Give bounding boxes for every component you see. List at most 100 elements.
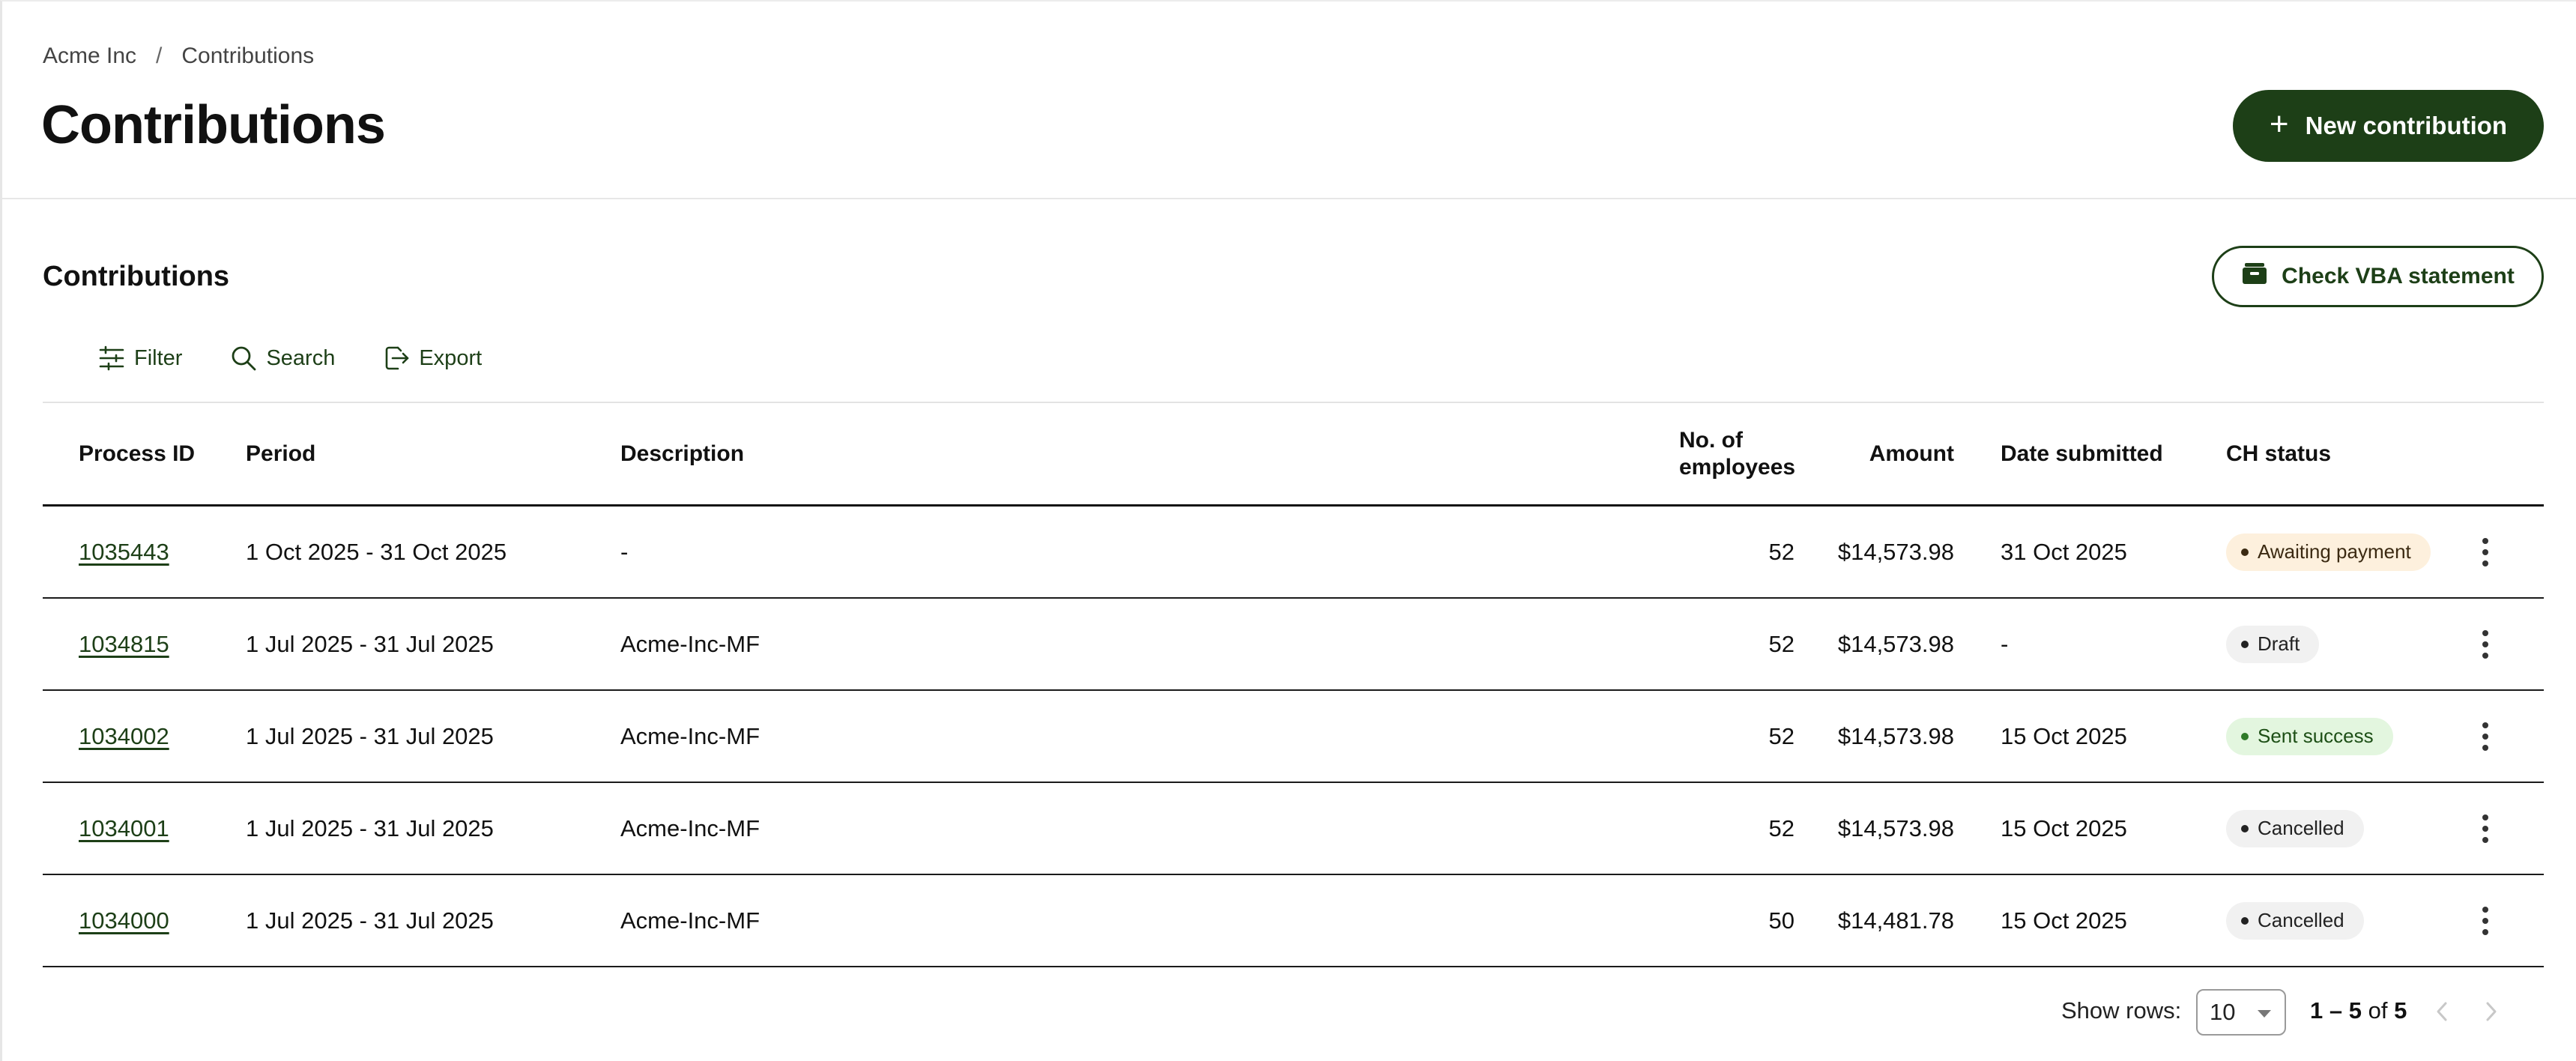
column-header-employees-line2: employees xyxy=(1679,454,1796,480)
status-dot-icon xyxy=(2241,916,2249,925)
rows-per-page-select[interactable]: 10 xyxy=(2196,989,2286,1036)
table-toolbar: Filter Search Export xyxy=(98,345,482,372)
breadcrumb-root[interactable]: Acme Inc xyxy=(43,43,136,69)
row-actions-button[interactable] xyxy=(2470,898,2500,943)
date-submitted-cell: - xyxy=(2001,630,2009,657)
status-badge: Cancelled xyxy=(2226,809,2364,847)
ch-status-cell: Awaiting payment xyxy=(2226,533,2431,571)
chevron-left-icon xyxy=(2437,1002,2447,1021)
search-label: Search xyxy=(266,345,336,370)
column-header-period[interactable]: Period xyxy=(246,441,315,468)
breadcrumb: Acme Inc / Contributions xyxy=(43,43,314,69)
status-dot-icon xyxy=(2241,640,2249,648)
process-id-link[interactable]: 1034002 xyxy=(79,723,169,750)
search-button[interactable]: Search xyxy=(230,345,335,372)
table-row[interactable]: 1034815 1 Jul 2025 - 31 Jul 2025 Acme-Inc-… xyxy=(43,599,2544,691)
section-title: Contributions xyxy=(43,261,230,292)
employees-cell: 52 xyxy=(1768,538,1795,565)
employees-cell: 52 xyxy=(1768,814,1795,841)
status-badge-label: Cancelled xyxy=(2258,817,2344,839)
status-dot-icon xyxy=(2241,824,2249,832)
table-row[interactable]: 1034002 1 Jul 2025 - 31 Jul 2025 Acme-Inc-… xyxy=(43,691,2544,783)
amount-cell: $14,573.98 xyxy=(1837,814,1954,841)
row-actions-button[interactable] xyxy=(2470,714,2500,759)
employees-cell: 52 xyxy=(1768,630,1795,657)
breadcrumb-current: Contributions xyxy=(181,43,315,68)
filter-button[interactable]: Filter xyxy=(98,345,182,371)
ch-status-cell: Cancelled xyxy=(2226,901,2364,940)
more-vertical-icon xyxy=(2482,537,2488,566)
process-id-link[interactable]: 1035443 xyxy=(79,539,169,566)
table-body: 1035443 1 Oct 2025 - 31 Oct 2025 - 52 $14,57… xyxy=(43,507,2544,967)
status-badge-label: Sent success xyxy=(2258,725,2374,747)
more-vertical-icon xyxy=(2482,814,2488,843)
header-divider xyxy=(2,198,2576,199)
description-cell: Acme-Inc-MF xyxy=(620,814,760,841)
column-header-process-id[interactable]: Process ID xyxy=(79,441,195,468)
process-id-link[interactable]: 1034000 xyxy=(79,907,169,934)
contributions-table: Process ID Period Description No. of emp… xyxy=(43,402,2544,967)
employees-cell: 52 xyxy=(1768,722,1795,749)
new-contribution-button[interactable]: + New contribution xyxy=(2233,90,2544,162)
chevron-right-icon xyxy=(2486,1002,2497,1021)
column-header-employees[interactable]: No. of employees xyxy=(1679,427,1795,481)
status-badge: Cancelled xyxy=(2226,901,2364,940)
filter-label: Filter xyxy=(134,345,183,370)
description-cell: Acme-Inc-MF xyxy=(620,630,760,657)
period-cell: 1 Oct 2025 - 31 Oct 2025 xyxy=(246,538,507,565)
status-badge: Draft xyxy=(2226,625,2320,663)
plus-icon: + xyxy=(2269,106,2289,142)
next-page-button[interactable] xyxy=(2476,997,2506,1027)
status-dot-icon xyxy=(2241,732,2249,740)
status-dot-icon xyxy=(2241,548,2249,556)
amount-cell: $14,481.78 xyxy=(1837,907,1954,934)
status-badge-label: Cancelled xyxy=(2258,909,2344,931)
status-badge: Sent success xyxy=(2226,717,2393,755)
amount-cell: $14,573.98 xyxy=(1837,722,1954,749)
ch-status-cell: Sent success xyxy=(2226,717,2393,755)
export-button[interactable]: Export xyxy=(383,345,482,372)
column-header-amount[interactable]: Amount xyxy=(1869,441,1954,468)
new-contribution-label: New contribution xyxy=(2305,112,2508,139)
table-row[interactable]: 1034001 1 Jul 2025 - 31 Jul 2025 Acme-Inc-… xyxy=(43,783,2544,875)
amount-cell: $14,573.98 xyxy=(1837,630,1954,657)
pagination-total: 5 xyxy=(2394,997,2407,1024)
export-label: Export xyxy=(419,345,483,370)
description-cell: Acme-Inc-MF xyxy=(620,722,760,749)
period-cell: 1 Jul 2025 - 31 Jul 2025 xyxy=(246,907,494,934)
table-row[interactable]: 1034000 1 Jul 2025 - 31 Jul 2025 Acme-Inc-… xyxy=(43,875,2544,967)
employees-cell: 50 xyxy=(1768,907,1795,934)
row-actions-button[interactable] xyxy=(2470,622,2500,667)
pagination-range: 1 – 5 of 5 xyxy=(2310,997,2407,1024)
pagination: Show rows: 10 1 – 5 of 5 xyxy=(2,985,2576,1037)
period-cell: 1 Jul 2025 - 31 Jul 2025 xyxy=(246,814,494,841)
description-cell: Acme-Inc-MF xyxy=(620,907,760,934)
check-vba-statement-button[interactable]: Check VBA statement xyxy=(2212,246,2544,307)
rows-per-page-value: 10 xyxy=(2210,999,2236,1025)
row-actions-button[interactable] xyxy=(2470,806,2500,851)
pagination-range-value: 1 – 5 xyxy=(2310,997,2362,1024)
status-badge-label: Awaiting payment xyxy=(2258,540,2411,563)
period-cell: 1 Jul 2025 - 31 Jul 2025 xyxy=(246,630,494,657)
status-badge-label: Draft xyxy=(2258,632,2300,655)
table-row[interactable]: 1035443 1 Oct 2025 - 31 Oct 2025 - 52 $14,57… xyxy=(43,507,2544,599)
date-submitted-cell: 31 Oct 2025 xyxy=(2001,538,2127,565)
more-vertical-icon xyxy=(2482,906,2488,935)
breadcrumb-separator: / xyxy=(156,43,163,68)
more-vertical-icon xyxy=(2482,629,2488,659)
chevron-down-icon xyxy=(2258,1010,2271,1018)
date-submitted-cell: 15 Oct 2025 xyxy=(2001,814,2127,841)
search-icon xyxy=(230,345,257,372)
process-id-link[interactable]: 1034815 xyxy=(79,631,169,658)
column-header-description[interactable]: Description xyxy=(620,441,744,468)
column-header-date-submitted[interactable]: Date submitted xyxy=(2001,441,2163,468)
period-cell: 1 Jul 2025 - 31 Jul 2025 xyxy=(246,722,494,749)
ch-status-cell: Cancelled xyxy=(2226,809,2364,847)
previous-page-button[interactable] xyxy=(2427,997,2457,1027)
process-id-link[interactable]: 1034001 xyxy=(79,815,169,842)
column-header-ch-status[interactable]: CH status xyxy=(2226,441,2331,468)
sliders-icon xyxy=(98,345,125,371)
ch-status-cell: Draft xyxy=(2226,625,2320,663)
page-title: Contributions xyxy=(41,95,386,155)
row-actions-button[interactable] xyxy=(2470,530,2500,575)
